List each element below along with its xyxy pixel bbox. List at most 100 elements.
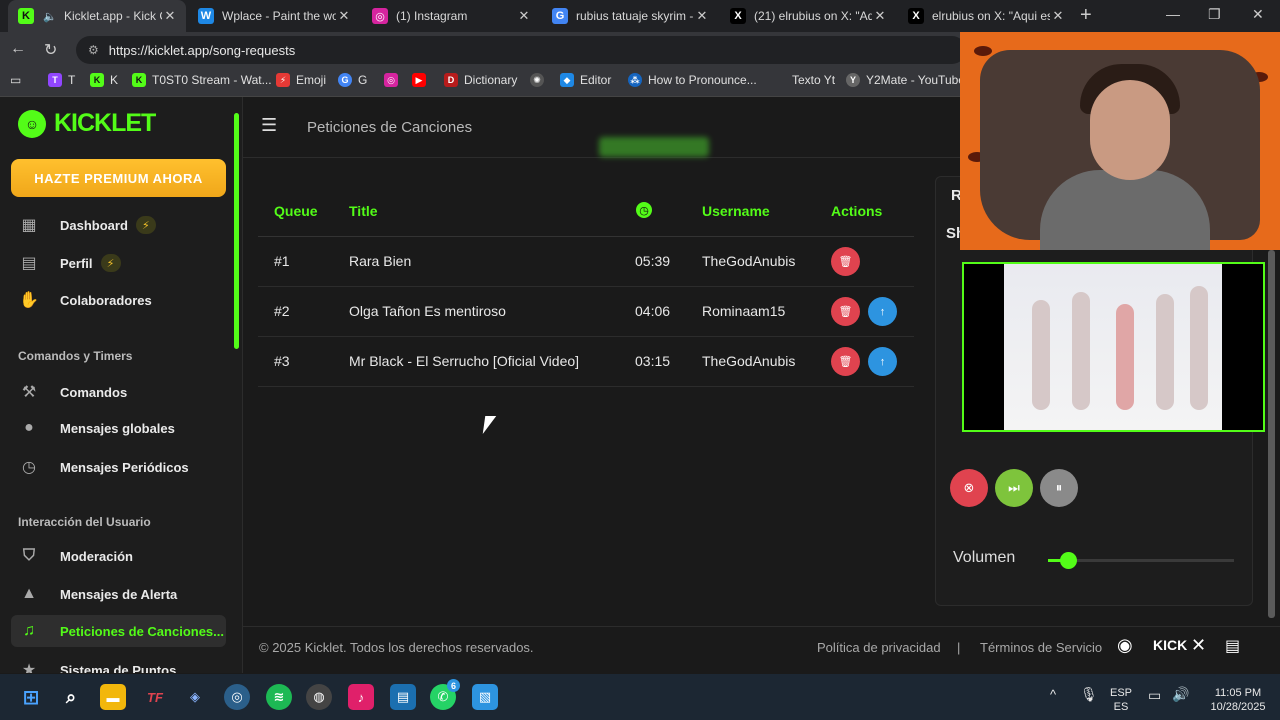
shield-icon: ⛉ xyxy=(22,547,35,564)
section-interaccion: Interacción del Usuario xyxy=(18,515,151,529)
sidebar-item-colaboradores[interactable]: ✋ Colaboradores xyxy=(18,290,152,310)
close-tab-icon[interactable]: ✕ xyxy=(872,8,888,24)
sidebar-item-puntos[interactable]: ★ Sistema de Puntos xyxy=(18,660,176,673)
x-icon[interactable]: ✕ xyxy=(1191,635,1206,656)
bookmark-item[interactable]: K T0ST0 Stream - Wat... xyxy=(132,73,272,87)
move-up-button[interactable]: ↑ xyxy=(868,297,897,326)
delete-song-button[interactable]: 🗑 xyxy=(831,347,860,376)
pause-button[interactable]: ⏸ xyxy=(1040,469,1078,507)
bookmark-item[interactable]: TT xyxy=(48,73,75,87)
obs-icon[interactable]: ◍ xyxy=(306,684,332,710)
kick-link[interactable]: KICK xyxy=(1153,637,1187,653)
folder-icon xyxy=(772,73,786,87)
move-up-button[interactable]: ↑ xyxy=(868,347,897,376)
col-title: Title xyxy=(349,203,378,219)
maximize-icon[interactable]: ❐ xyxy=(1208,6,1221,23)
speaker-icon[interactable]: 🔈 xyxy=(42,8,58,24)
terms-link[interactable]: Términos de Servicio xyxy=(980,640,1102,655)
volume-icon[interactable]: 🔊 xyxy=(1172,687,1189,701)
delete-song-button[interactable]: 🗑 xyxy=(831,247,860,276)
privacy-link[interactable]: Política de privacidad xyxy=(817,640,941,655)
file-explorer-icon[interactable]: ▬ xyxy=(100,684,126,710)
youtube-icon: ▶ xyxy=(412,73,426,87)
discord-icon[interactable]: ◉ xyxy=(1117,635,1133,656)
url-field[interactable]: ⚙ https://kicklet.app/song-requests xyxy=(76,36,966,64)
skip-button[interactable]: ⏭ xyxy=(995,469,1033,507)
instagram-icon: ◎ xyxy=(384,73,398,87)
webcam-overlay xyxy=(960,32,1280,250)
video-player[interactable] xyxy=(962,262,1265,432)
photos-icon[interactable]: ▧ xyxy=(472,684,498,710)
notepad-icon[interactable]: ▤ xyxy=(390,684,416,710)
premium-button[interactable]: HAZTE PREMIUM AHORA xyxy=(11,159,226,197)
sidebar-item-moderacion[interactable]: ⛉ Moderación xyxy=(18,547,133,565)
bookmarks-toggle-icon[interactable]: ▭ xyxy=(10,73,21,87)
chrome-icon[interactable]: ◎ xyxy=(224,684,250,710)
back-icon[interactable]: ← xyxy=(10,40,26,58)
close-window-icon[interactable]: ✕ xyxy=(1252,6,1264,23)
twitch-icon: T xyxy=(48,73,62,87)
sidebar-item-mensajes-periodicos[interactable]: ◷ Mensajes Periódicos xyxy=(18,457,189,477)
microphone-icon[interactable]: 🎙 xyxy=(1080,687,1098,701)
document-icon[interactable]: ▤ xyxy=(1225,636,1240,656)
close-tab-icon[interactable]: ✕ xyxy=(694,8,710,24)
clock-display[interactable]: 11:05 PM 10/28/2025 xyxy=(1198,686,1278,714)
bookmark-item[interactable]: D Dictionary xyxy=(444,73,517,87)
dictionary-icon: D xyxy=(444,73,458,87)
bookmark-item[interactable]: ✺ xyxy=(530,73,550,87)
tab-google[interactable]: G rubius tatuaje skyrim - B ✕ xyxy=(542,0,718,32)
tab-x-2[interactable]: X elrubius on X: "Aqui esta ✕ xyxy=(898,0,1074,32)
sidebar-scrollbar[interactable] xyxy=(234,113,239,349)
tab-x-1[interactable]: X (21) elrubius on X: "Aqu ✕ xyxy=(720,0,896,32)
kicklet-logo[interactable]: ☺ KICKLET xyxy=(18,109,156,138)
bookmark-item[interactable]: ◎ xyxy=(384,73,404,87)
page-header: ☰ Peticiones de Canciones xyxy=(243,97,960,158)
close-tab-icon[interactable]: ✕ xyxy=(516,8,532,24)
bookmark-item[interactable]: ⁂ How to Pronounce... xyxy=(628,73,757,87)
new-tab-icon[interactable]: + xyxy=(1080,4,1092,27)
app-tf-icon[interactable]: TF xyxy=(142,684,168,710)
language-indicator[interactable]: ESP ES xyxy=(1110,686,1132,714)
bookmark-item[interactable]: GG xyxy=(338,73,367,87)
sidebar-item-mensajes-globales[interactable]: ● Mensajes globales xyxy=(18,419,175,437)
stop-button[interactable]: ⊗ xyxy=(950,469,988,507)
sidebar-item-comandos[interactable]: ⚒ Comandos xyxy=(18,382,127,402)
hammer-icon: ⚒ xyxy=(21,384,37,401)
windows-start-icon[interactable]: ⊞ xyxy=(18,684,44,710)
collaborators-icon: ✋ xyxy=(19,292,39,309)
tab-wplace[interactable]: W Wplace - Paint the world ✕ xyxy=(188,0,360,32)
col-username: Username xyxy=(702,203,770,219)
tab-instagram[interactable]: ◎ (1) Instagram ✕ xyxy=(362,0,540,32)
minimize-icon[interactable]: — xyxy=(1166,6,1180,22)
close-tab-icon[interactable]: ✕ xyxy=(1050,8,1066,24)
bookmark-item[interactable]: ◆ Editor xyxy=(560,73,611,87)
spotify-icon[interactable]: ≋ xyxy=(266,684,292,710)
close-tab-icon[interactable]: ✕ xyxy=(162,8,178,24)
tab-kicklet[interactable]: K 🔈 Kicklet.app - Kick C ✕ xyxy=(8,0,186,32)
network-icon[interactable]: ▭ xyxy=(1148,688,1161,702)
chevron-up-icon[interactable]: ^ xyxy=(1050,688,1056,702)
sidebar-item-perfil[interactable]: ▤ Perfil ⚡ xyxy=(18,253,121,273)
page-scrollbar[interactable] xyxy=(1268,250,1275,618)
app-diamond-icon[interactable]: ◈ xyxy=(182,684,208,710)
delete-song-button[interactable]: 🗑 xyxy=(831,297,860,326)
tiktok-icon[interactable]: ♪ xyxy=(348,684,374,710)
search-icon[interactable]: ⌕ xyxy=(58,684,84,710)
bookmark-item[interactable]: Texto Yt xyxy=(772,73,835,87)
bookmark-item[interactable]: ▶ xyxy=(412,73,432,87)
bookmark-item[interactable]: ⚡ Emoji xyxy=(276,73,326,87)
bookmark-item[interactable]: Y Y2Mate - YouTube xyxy=(846,73,965,87)
sidebar-item-dashboard[interactable]: ▦ Dashboard ⚡ xyxy=(18,215,156,235)
whatsapp-icon[interactable]: ✆ 6 xyxy=(430,679,460,710)
star-icon: ★ xyxy=(21,662,37,673)
reload-icon[interactable]: ↻ xyxy=(44,40,57,60)
bookmark-item[interactable]: KK xyxy=(90,73,118,87)
sidebar: ☺ KICKLET HAZTE PREMIUM AHORA ▦ Dashboar… xyxy=(0,97,243,673)
site-info-icon[interactable]: ⚙ xyxy=(88,43,99,57)
sidebar-item-peticiones[interactable]: ♫ Peticiones de Canciones... xyxy=(11,615,226,647)
sidebar-item-mensajes-alerta[interactable]: ▲ Mensajes de Alerta xyxy=(18,585,177,603)
pronounce-icon: ⁂ xyxy=(628,73,642,87)
volume-slider[interactable] xyxy=(1048,552,1234,569)
close-tab-icon[interactable]: ✕ xyxy=(336,8,352,24)
menu-toggle-icon[interactable]: ☰ xyxy=(261,115,277,136)
